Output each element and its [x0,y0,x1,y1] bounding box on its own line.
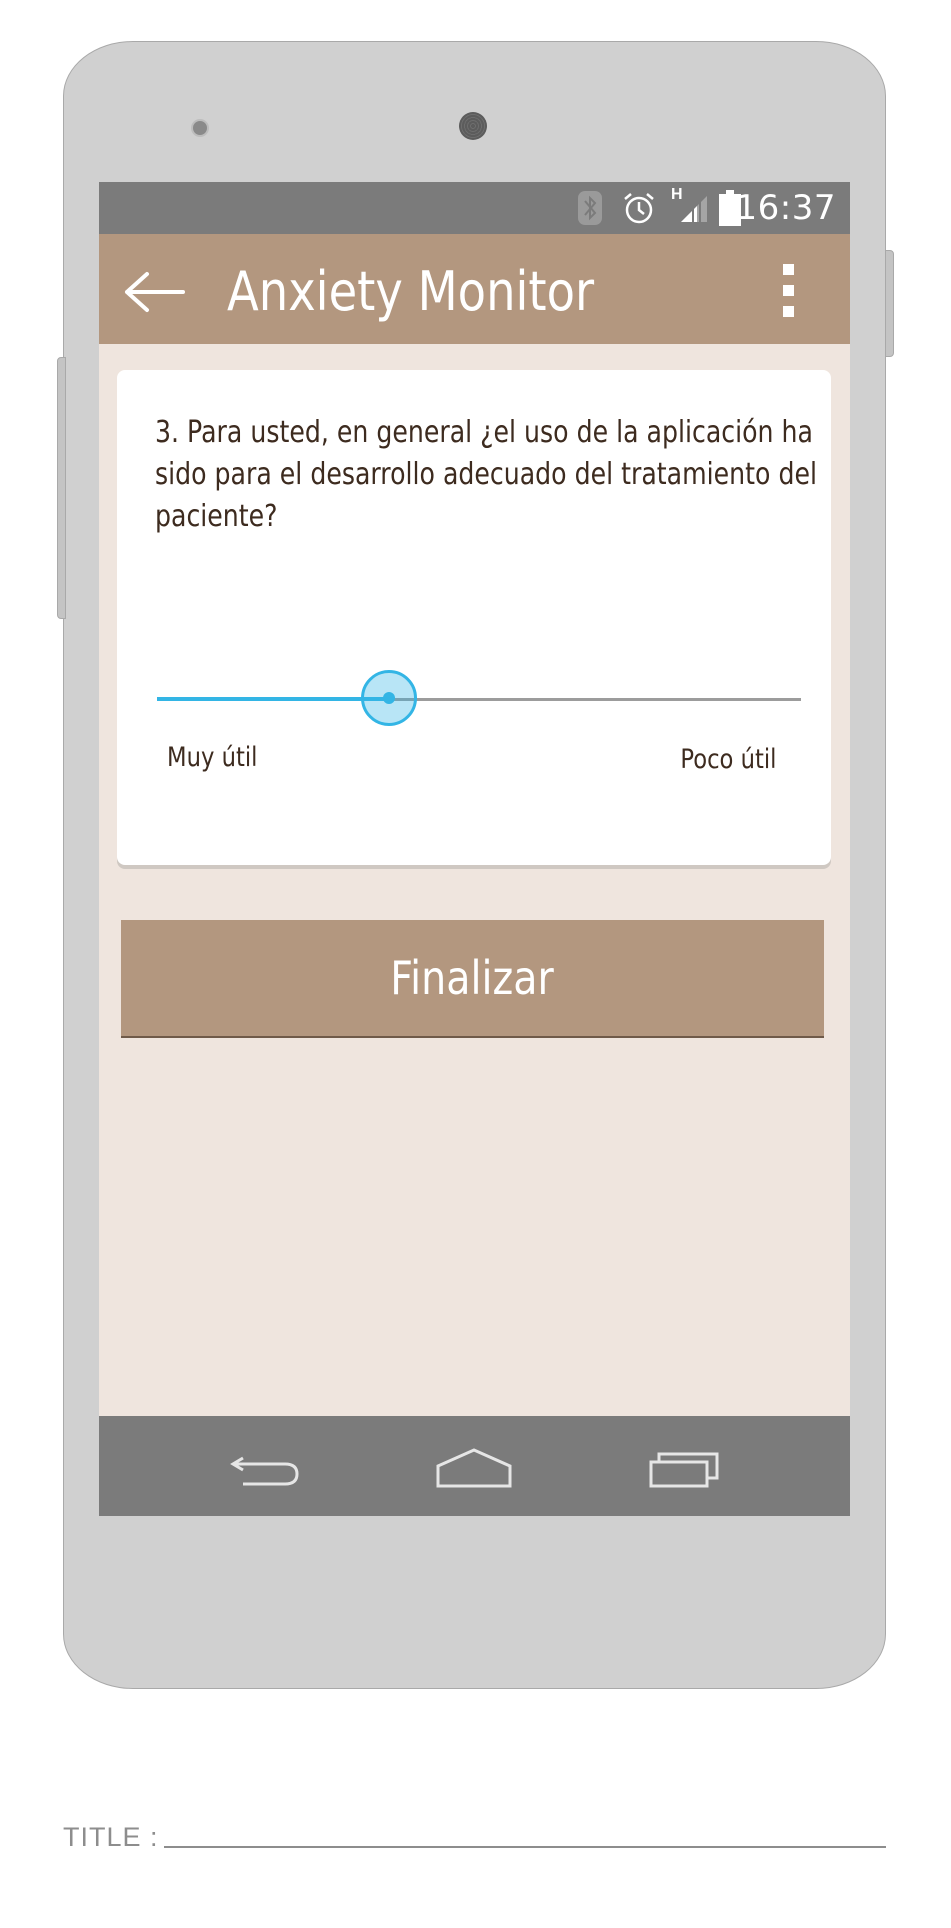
question-card: 3. Para usted, en general ¿el uso de la … [117,370,831,865]
front-camera [459,112,487,140]
finalize-button-label: Finalizar [390,951,555,1005]
arrow-left-icon[interactable] [123,270,187,314]
app-title: Anxiety Monitor [227,260,595,323]
power-button [885,250,894,357]
title-label: TITLE : [63,1822,159,1852]
overflow-menu-icon[interactable] [783,264,797,327]
screen: H 16:37 Anxiety Monitor 3. Para usted, e… [99,182,850,1516]
alarm-icon [624,193,654,224]
nav-home-icon[interactable] [436,1446,512,1488]
status-bar: H 16:37 [99,182,850,234]
volume-button [57,357,66,619]
nav-recents-icon[interactable] [649,1446,721,1488]
slider-min-label: Muy útil [167,742,258,773]
slider-track-fill [157,697,389,701]
title-rule [164,1846,886,1848]
title-field: TITLE : [63,1818,886,1858]
navigation-bar [99,1416,850,1516]
finalize-button[interactable]: Finalizar [121,920,824,1038]
slider-thumb[interactable] [360,670,417,726]
proximity-sensor [191,119,209,137]
rating-slider[interactable] [157,670,801,730]
status-time: 16:37 [735,188,836,228]
question-text: 3. Para usted, en general ¿el uso de la … [155,415,817,534]
slider-max-label: Poco útil [679,744,776,775]
bluetooth-icon [578,191,602,225]
app-bar: Anxiety Monitor [99,234,850,344]
signal-icon [681,196,707,222]
nav-back-icon[interactable] [229,1446,301,1488]
